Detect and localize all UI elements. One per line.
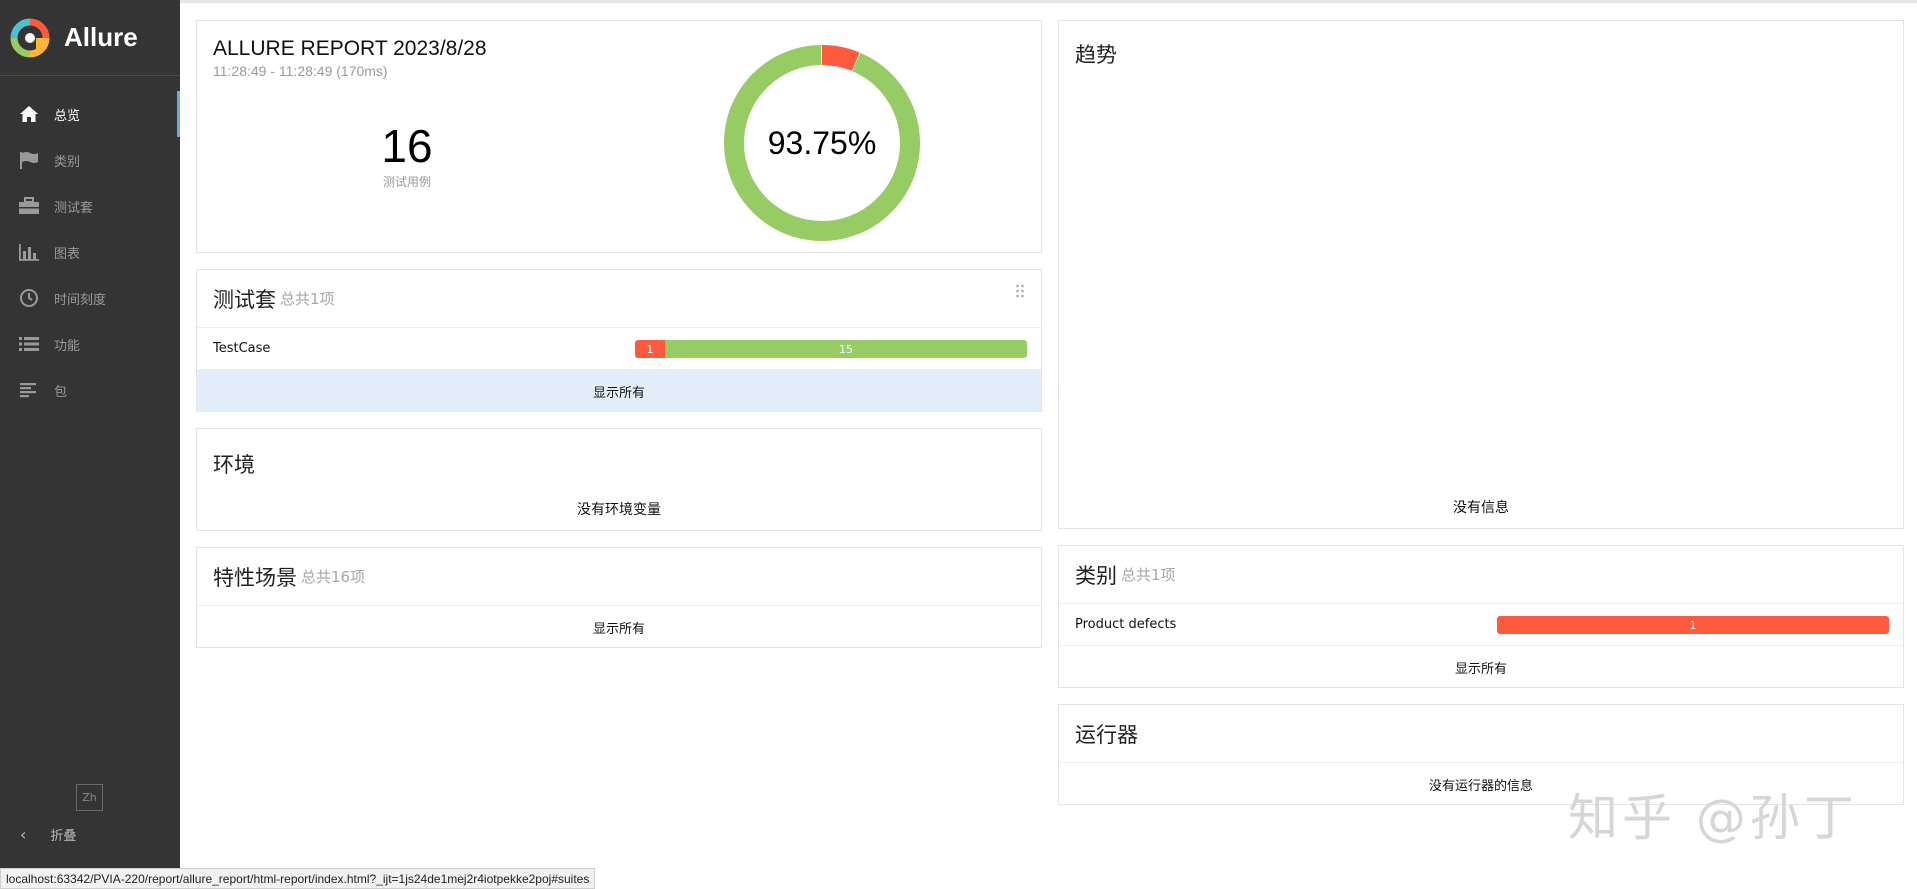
sidebar-item-label: 测试套 bbox=[54, 200, 94, 216]
watermark: 知乎 @孙丁 bbox=[1568, 789, 1858, 847]
test-case-count-label: 测试用例 bbox=[382, 175, 431, 189]
trend-empty-message: 没有信息 bbox=[1453, 500, 1509, 516]
flag-icon bbox=[18, 149, 40, 171]
category-status-bar: 1 bbox=[1497, 616, 1889, 634]
trend-widget: 趋势 没有信息 bbox=[1058, 20, 1904, 529]
home-icon bbox=[18, 103, 40, 125]
allure-logo-icon bbox=[10, 18, 50, 57]
sidebar-item-categories[interactable]: 类别 bbox=[0, 137, 180, 183]
features-header: 特性场景 总共16项 bbox=[197, 548, 1041, 606]
suites-widget: 测试套 总共1项 TestCase 1 15 显示所有 bbox=[196, 269, 1042, 412]
categories-title: 类别 bbox=[1075, 563, 1117, 588]
briefcase-icon bbox=[18, 195, 40, 217]
sidebar-item-behaviors[interactable]: 功能 bbox=[0, 321, 180, 367]
suites-header: 测试套 总共1项 bbox=[197, 270, 1041, 328]
suite-name: TestCase bbox=[213, 341, 271, 356]
features-show-all-button[interactable]: 显示所有 bbox=[197, 606, 1041, 648]
pass-rate-text: 93.75% bbox=[767, 125, 877, 161]
categories-show-all-button[interactable]: 显示所有 bbox=[1059, 646, 1903, 688]
features-widget: 特性场景 总共16项 显示所有 bbox=[196, 547, 1042, 648]
categories-header: 类别 总共1项 bbox=[1059, 546, 1903, 604]
category-name: Product defects bbox=[1075, 617, 1177, 632]
sidebar-item-overview[interactable]: 总览 bbox=[0, 91, 180, 137]
sidebar-item-label: 总览 bbox=[54, 108, 81, 124]
donut-failed-segment[interactable] bbox=[821, 45, 860, 72]
table-row[interactable]: Product defects 1 bbox=[1059, 604, 1903, 646]
features-subtitle: 总共16项 bbox=[301, 568, 366, 586]
environment-title: 环境 bbox=[213, 453, 255, 477]
suite-status-bar: 1 15 bbox=[635, 340, 1027, 358]
categories-widget: 类别 总共1项 Product defects 1 显示所有 bbox=[1058, 545, 1904, 688]
passed-segment[interactable]: 15 bbox=[665, 340, 1027, 358]
language-button[interactable]: Zh bbox=[76, 784, 103, 811]
sidebar-item-label: 图表 bbox=[54, 246, 81, 262]
report-time: 11:28:49 - 11:28:49 (170ms) bbox=[213, 63, 388, 79]
sidebar-item-label: 包 bbox=[54, 384, 68, 400]
brand[interactable]: Allure bbox=[0, 0, 180, 76]
app-name: Allure bbox=[64, 22, 138, 52]
trend-title: 趋势 bbox=[1075, 43, 1117, 67]
suites-title: 测试套 bbox=[213, 287, 276, 312]
test-case-count: 16 bbox=[381, 120, 433, 172]
environment-empty-message: 没有环境变量 bbox=[577, 502, 661, 518]
drag-handle-icon[interactable] bbox=[1015, 284, 1025, 298]
environment-widget: 环境 没有环境变量 bbox=[196, 428, 1042, 531]
features-title: 特性场景 bbox=[213, 565, 297, 590]
executors-header: 运行器 bbox=[1059, 705, 1903, 763]
failed-segment[interactable]: 1 bbox=[1497, 616, 1889, 634]
sidebar-item-label: 时间刻度 bbox=[54, 292, 107, 308]
sidebar-item-label: 功能 bbox=[54, 338, 81, 354]
sidebar-item-timeline[interactable]: 时间刻度 bbox=[0, 275, 180, 321]
top-divider bbox=[180, 0, 1917, 3]
failed-segment[interactable]: 1 bbox=[635, 340, 665, 358]
summary-widget: ALLURE REPORT 2023/8/28 11:28:49 - 11:28… bbox=[196, 20, 1042, 253]
bar-chart-icon bbox=[18, 241, 40, 263]
sidebar-item-graphs[interactable]: 图表 bbox=[0, 229, 180, 275]
sidebar: Allure 总览 类别 测试套 图表 时间刻度 功能 包 Zh ‹ 折叠 bbox=[0, 0, 180, 889]
suites-show-all-button[interactable]: 显示所有 bbox=[197, 370, 1041, 412]
suites-subtitle: 总共1项 bbox=[280, 290, 335, 308]
collapse-label: 折叠 bbox=[50, 828, 77, 844]
sidebar-item-label: 类别 bbox=[54, 154, 81, 170]
report-title: ALLURE REPORT 2023/8/28 bbox=[213, 37, 487, 60]
table-row[interactable]: TestCase 1 15 bbox=[197, 328, 1041, 370]
categories-subtitle: 总共1项 bbox=[1121, 566, 1176, 584]
collapse-button[interactable]: ‹ 折叠 bbox=[20, 822, 76, 846]
chevron-left-icon: ‹ bbox=[20, 824, 27, 844]
clock-icon bbox=[18, 287, 40, 309]
sidebar-nav: 总览 类别 测试套 图表 时间刻度 功能 包 bbox=[0, 91, 180, 413]
executors-title: 运行器 bbox=[1075, 722, 1138, 747]
list-icon bbox=[18, 333, 40, 355]
align-left-icon bbox=[18, 379, 40, 401]
status-bar-url: localhost:63342/PVIA-220/report/allure_r… bbox=[0, 868, 596, 889]
sidebar-item-suites[interactable]: 测试套 bbox=[0, 183, 180, 229]
sidebar-item-packages[interactable]: 包 bbox=[0, 367, 180, 413]
